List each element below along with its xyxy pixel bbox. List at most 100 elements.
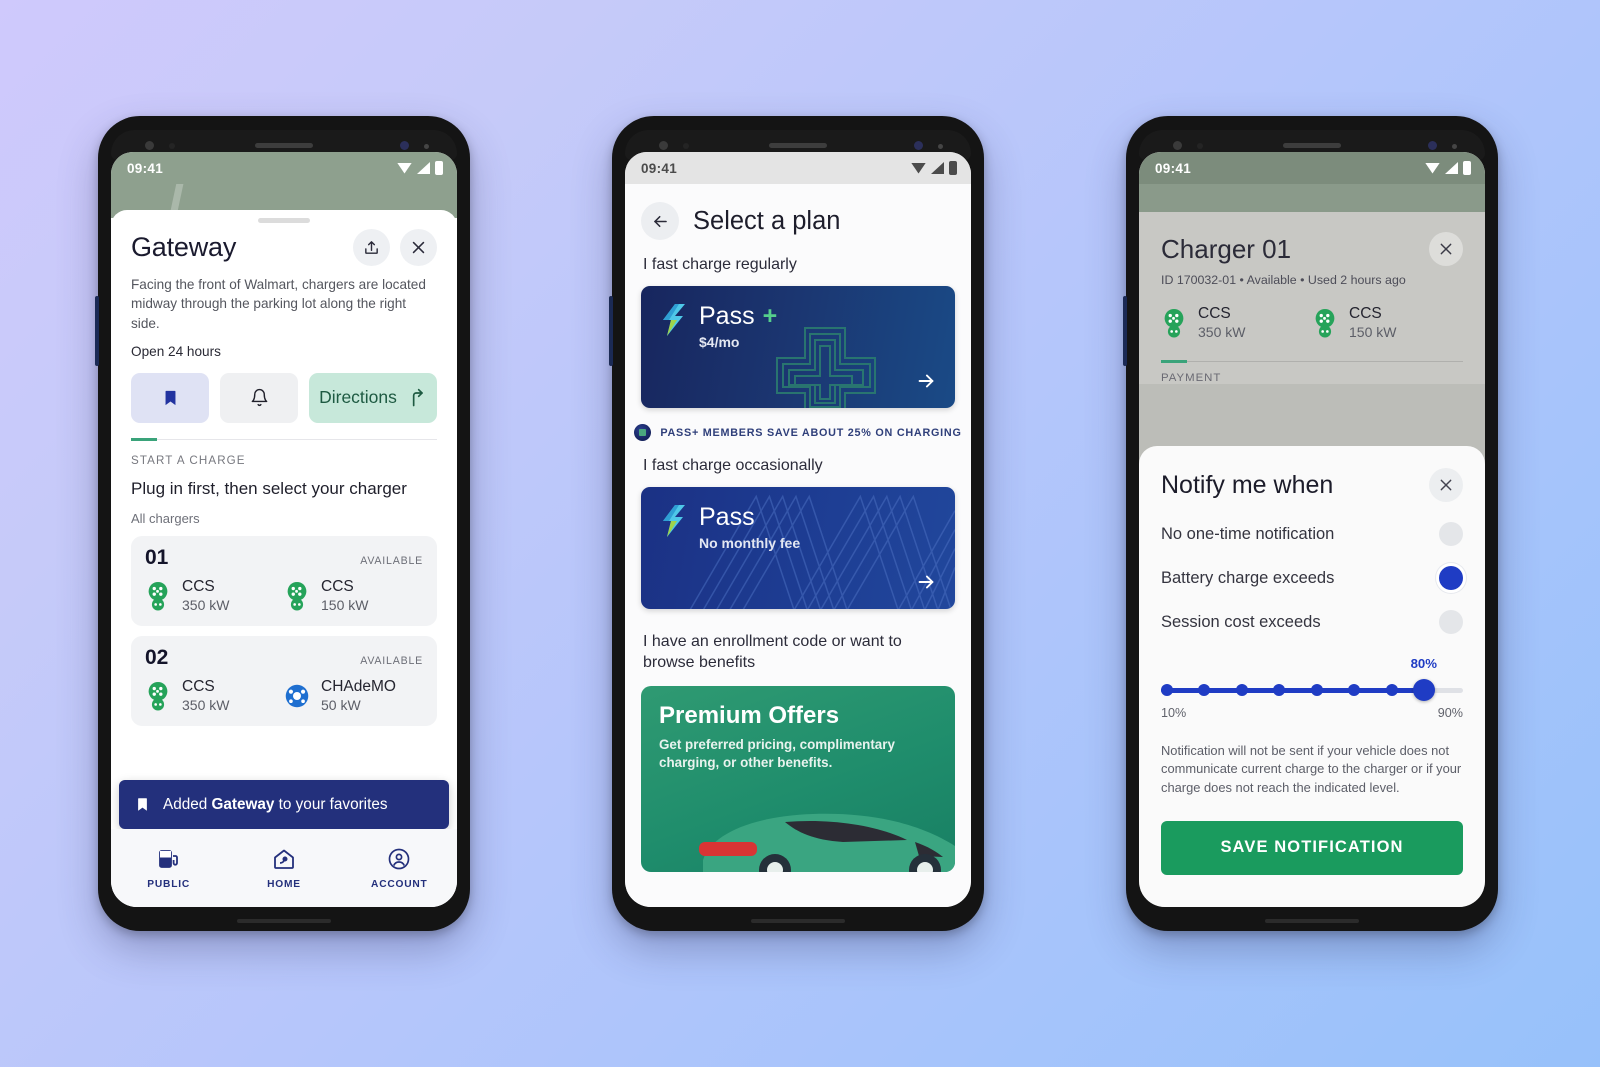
sensor-icon (683, 143, 689, 149)
nav-item-account[interactable]: ACCOUNT (342, 846, 457, 890)
offer-title: Premium Offers (659, 701, 840, 729)
back-arrow-icon (653, 215, 667, 227)
charger-card[interactable]: 02 AVAILABLE CCS 350 kW CHAdeMO 50 kW (131, 635, 437, 726)
charging-station-icon (158, 850, 178, 868)
plan-plus-glyph: + (762, 302, 778, 330)
notify-option-row[interactable]: Session cost exceeds (1161, 610, 1463, 634)
plan-name: Pass + (699, 302, 777, 331)
section-divider (131, 437, 437, 441)
bolt-logo-icon (663, 304, 685, 336)
snackbar-prefix: Added (163, 795, 212, 813)
camera-icon (1173, 141, 1182, 150)
battery-icon (1463, 161, 1471, 175)
nav-label: PUBLIC (147, 879, 191, 890)
close-charger-button[interactable] (1429, 232, 1463, 266)
status-bar: 09:41 (1139, 152, 1485, 184)
connector-power: 50 kW (321, 696, 361, 713)
slider-tick (1348, 684, 1361, 696)
location-bottom-sheet: Gateway Facing the front of Walmart, cha… (111, 210, 457, 907)
sheet-header: Gateway (131, 229, 437, 266)
wifi-icon (911, 162, 926, 174)
connector-power: 350 kW (182, 596, 230, 613)
slider-value-label: 80% (1410, 656, 1437, 671)
back-button[interactable] (641, 202, 679, 240)
connector-item: CCS 350 kW (145, 678, 284, 714)
favorite-button[interactable] (131, 372, 209, 423)
favorites-snackbar: Added Gateway to your favorites (119, 780, 449, 829)
promo-banner: PASS+ MEMBERS SAVE ABOUT 25% ON CHARGING (625, 424, 971, 441)
sensor-icon (1452, 144, 1457, 149)
battery-icon (949, 161, 957, 175)
status-icons (397, 161, 443, 175)
camera-icon (400, 141, 409, 150)
charger-sheet: Charger 01 ID 170032-01 • Available • Us… (1139, 212, 1485, 384)
slider-tick (1310, 684, 1323, 696)
section-label-enrollment: I have an enrollment code or want to bro… (643, 633, 902, 672)
battery-threshold-slider[interactable]: 80% (1161, 656, 1463, 708)
snackbar-suffix: to your favorites (274, 795, 388, 813)
chademo-connector-icon (285, 684, 309, 708)
camera-icon (1428, 141, 1437, 150)
status-badge: AVAILABLE (360, 654, 423, 667)
radio-button[interactable] (1439, 610, 1463, 634)
sensor-icon (1197, 143, 1203, 149)
radio-button[interactable] (1439, 522, 1463, 546)
sensor-icon (938, 144, 943, 149)
signal-icon (417, 162, 430, 174)
connector-item: CHAdeMO 50 kW (284, 678, 423, 714)
plan-name: Pass (699, 503, 800, 532)
close-sheet-button[interactable] (400, 229, 437, 266)
slider-thumb[interactable] (1412, 679, 1435, 701)
bottom-navigation: PUBLIC HOME ACCOUNT (111, 829, 457, 907)
map-background (1139, 184, 1485, 212)
connector-power: 350 kW (182, 696, 230, 713)
connector-type: CCS (321, 577, 354, 595)
phone-charger-notify: 09:41 Charger 01 ID 170032-01 • Availabl… (1123, 116, 1498, 931)
bell-icon (251, 389, 267, 407)
camera-icon (659, 141, 668, 150)
wifi-icon (397, 162, 412, 174)
nav-item-home[interactable]: HOME (226, 846, 341, 890)
phone3-screen: 09:41 Charger 01 ID 170032-01 • Availabl… (1139, 152, 1485, 907)
directions-button[interactable]: Directions (309, 372, 437, 423)
radio-button-selected[interactable] (1439, 566, 1463, 590)
charger-card[interactable]: 01 AVAILABLE CCS 350 kW CCS 150 kW (131, 535, 437, 626)
plan-price: $4/mo (699, 334, 740, 350)
plan-name-text: Pass (699, 503, 755, 531)
promo-text: PASS+ MEMBERS SAVE ABOUT 25% ON CHARGING (660, 426, 962, 439)
opening-hours: Open 24 hours (131, 343, 221, 359)
status-badge: AVAILABLE (360, 554, 423, 567)
plan-card-pass[interactable]: Pass No monthly fee (641, 487, 955, 609)
notify-option-row[interactable]: No one-time notification (1161, 522, 1463, 546)
close-icon (1440, 243, 1452, 255)
camera-icon (145, 141, 154, 150)
close-modal-button[interactable] (1429, 468, 1463, 502)
directions-label: Directions (319, 387, 397, 408)
notify-modal: Notify me when No one-time notification … (1139, 446, 1485, 907)
notify-button[interactable] (220, 372, 298, 423)
option-label: Battery charge exceeds (1161, 568, 1335, 587)
notify-option-row[interactable]: Battery charge exceeds (1161, 566, 1463, 590)
plan-card-pass-plus[interactable]: Pass + $4/mo (641, 286, 955, 408)
save-notification-button[interactable]: SAVE NOTIFICATION (1161, 820, 1463, 875)
nav-label: HOME (267, 879, 301, 890)
ccs-connector-icon (148, 581, 168, 611)
bolt-logo-icon (663, 505, 685, 537)
status-time: 09:41 (127, 160, 164, 176)
slider-max-label: 90% (1437, 706, 1463, 720)
offer-subtitle: Get preferred pricing, complimentary cha… (659, 736, 895, 770)
share-button[interactable] (353, 229, 390, 266)
snackbar-highlight: Gateway (211, 795, 275, 813)
nav-item-public[interactable]: PUBLIC (111, 846, 226, 890)
connector-type: CHAdeMO (321, 677, 396, 695)
phone-gateway: 09:41 Gateway Facing the front of Walmar… (95, 116, 470, 931)
bookmark-icon (165, 390, 175, 405)
savings-badge-icon (634, 424, 652, 441)
battery-icon (435, 161, 443, 175)
start-charge-eyebrow: START A CHARGE (131, 453, 246, 467)
directions-arrow-icon (412, 388, 423, 407)
phone1-screen: 09:41 Gateway Facing the front of Walmar… (111, 152, 457, 907)
premium-offers-card[interactable]: Premium Offers Get preferred pricing, co… (641, 685, 955, 872)
phone-chin (1265, 919, 1359, 923)
start-charge-instruction: Plug in first, then select your charger (131, 478, 407, 498)
